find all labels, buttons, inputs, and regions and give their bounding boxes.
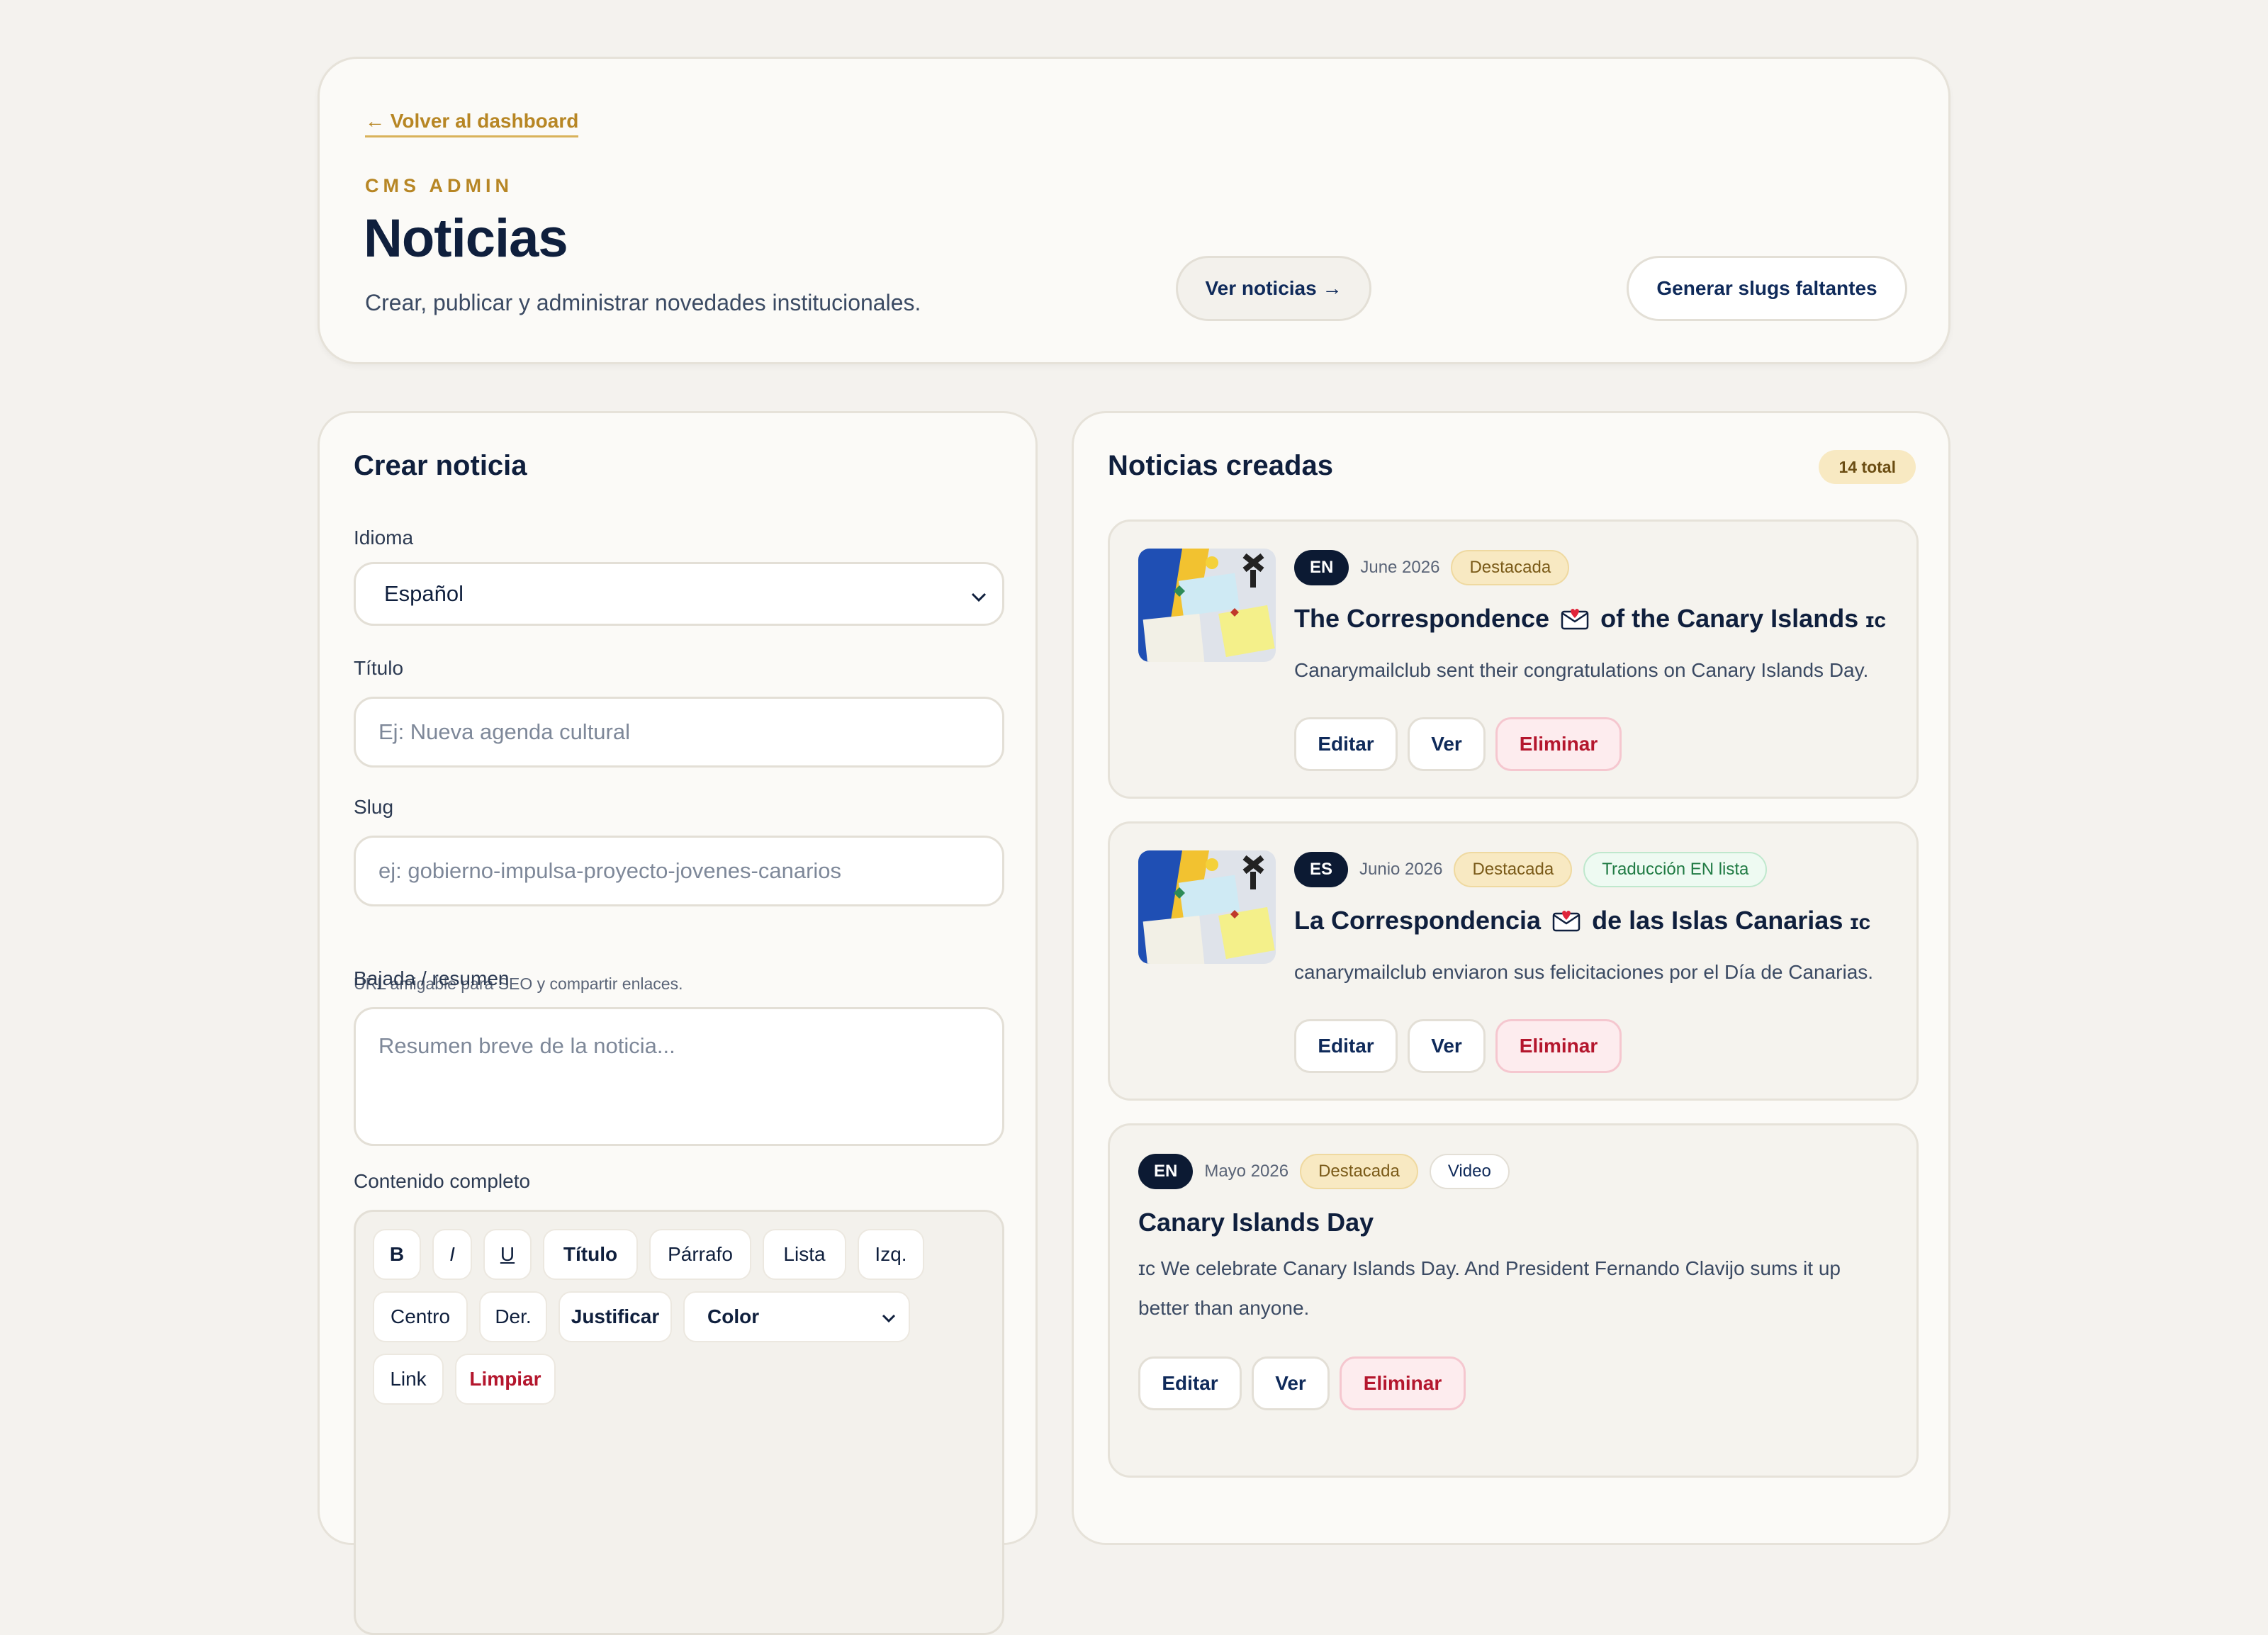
summary-line: We celebrate Canary Islands Day. And Pre… xyxy=(1160,1257,1841,1279)
news-title-suffix: ɪᴄ xyxy=(1865,609,1887,632)
featured-badge: Destacada xyxy=(1454,852,1573,887)
summary-line: better than anyone. xyxy=(1138,1297,1310,1319)
delete-button[interactable]: Eliminar xyxy=(1340,1356,1466,1410)
news-date: Mayo 2026 xyxy=(1204,1162,1289,1181)
news-date: June 2026 xyxy=(1360,558,1440,577)
news-list-panel: Noticias creadas 14 total EN June 2026 D… xyxy=(1072,411,1950,1545)
news-title-suffix: ɪᴄ xyxy=(1850,911,1871,934)
title-label: Título xyxy=(354,657,404,679)
page-subtitle: Crear, publicar y administrar novedades … xyxy=(365,290,921,315)
news-title[interactable]: La Correspondencia de las Islas Canarias… xyxy=(1294,906,1870,936)
link-button[interactable]: Link xyxy=(373,1354,444,1405)
delete-button[interactable]: Eliminar xyxy=(1495,717,1622,771)
translation-ready-badge: Traducción EN lista xyxy=(1583,852,1768,887)
news-summary: ɪᴄ We celebrate Canary Islands Day. And … xyxy=(1138,1249,1890,1328)
view-button[interactable]: Ver xyxy=(1408,1019,1486,1073)
news-title[interactable]: Canary Islands Day xyxy=(1138,1208,1374,1237)
content-label: Contenido completo xyxy=(354,1170,531,1192)
love-letter-icon xyxy=(1561,607,1589,630)
view-button[interactable]: Ver xyxy=(1252,1356,1330,1410)
color-select-label: Color xyxy=(707,1305,760,1327)
page-title: Noticias xyxy=(364,208,568,269)
language-select[interactable]: Español xyxy=(354,562,1004,626)
underline-button[interactable]: U xyxy=(483,1229,532,1280)
edit-button[interactable]: Editar xyxy=(1138,1356,1242,1410)
align-right-button[interactable]: Der. xyxy=(479,1291,547,1342)
slug-input[interactable]: ej: gobierno-impulsa-proyecto-jovenes-ca… xyxy=(354,836,1004,906)
rich-text-editor: B I U Título Párrafo Lista Izq. Centro D… xyxy=(354,1210,1004,1635)
slug-label: Slug xyxy=(354,796,394,818)
news-meta: EN June 2026 Destacada xyxy=(1294,550,1570,585)
language-label: Idioma xyxy=(354,527,414,549)
list-button[interactable]: Lista xyxy=(763,1229,846,1280)
color-select[interactable]: Color xyxy=(683,1291,910,1342)
featured-badge: Destacada xyxy=(1451,550,1570,585)
news-card: ES Junio 2026 Destacada Traducción EN li… xyxy=(1108,821,1919,1101)
edit-button[interactable]: Editar xyxy=(1294,1019,1398,1073)
summary-textarea[interactable]: Resumen breve de la noticia... xyxy=(354,1007,1004,1146)
cms-eyebrow: CMS ADMIN xyxy=(365,175,513,196)
news-card: EN Mayo 2026 Destacada Video Canary Isla… xyxy=(1108,1123,1919,1478)
generate-slugs-button[interactable]: Generar slugs faltantes xyxy=(1627,256,1907,321)
news-meta: ES Junio 2026 Destacada Traducción EN li… xyxy=(1294,852,1768,887)
create-news-title: Crear noticia xyxy=(354,450,527,481)
language-badge: EN xyxy=(1138,1154,1194,1189)
view-button[interactable]: Ver xyxy=(1408,717,1486,771)
news-meta: EN Mayo 2026 Destacada Video xyxy=(1138,1154,1510,1189)
news-title-part: of the Canary Islands xyxy=(1600,604,1859,633)
language-badge: ES xyxy=(1294,852,1349,887)
news-summary: Canarymailclub sent their congratulation… xyxy=(1294,659,1869,681)
clear-format-button[interactable]: Limpiar xyxy=(455,1354,556,1405)
news-date: Junio 2026 xyxy=(1359,860,1443,879)
align-left-button[interactable]: Izq. xyxy=(858,1229,924,1280)
justify-button[interactable]: Justificar xyxy=(558,1291,672,1342)
header-card: ← Volver al dashboard CMS ADMIN Noticias… xyxy=(318,57,1950,364)
news-list-title: Noticias creadas xyxy=(1108,450,1333,481)
align-center-button[interactable]: Centro xyxy=(373,1291,468,1342)
love-letter-icon xyxy=(1552,909,1581,932)
news-thumbnail[interactable] xyxy=(1138,549,1276,662)
news-title-part: de las Islas Canarias xyxy=(1592,906,1843,935)
italic-button[interactable]: I xyxy=(432,1229,472,1280)
summary-label: Bajada / resumen xyxy=(354,967,510,989)
back-to-dashboard-link[interactable]: ← Volver al dashboard xyxy=(365,110,579,137)
create-news-panel: Crear noticia Idioma Español Título Ej: … xyxy=(318,411,1038,1635)
video-badge: Video xyxy=(1429,1154,1510,1189)
paragraph-button[interactable]: Párrafo xyxy=(649,1229,751,1280)
delete-button[interactable]: Eliminar xyxy=(1495,1019,1622,1073)
news-title-part: The Correspondence xyxy=(1294,604,1550,633)
news-title[interactable]: The Correspondence of the Canary Islands… xyxy=(1294,604,1886,634)
language-badge: EN xyxy=(1294,550,1349,585)
chevron-down-icon xyxy=(971,585,987,607)
featured-badge: Destacada xyxy=(1300,1154,1418,1189)
language-value: Español xyxy=(384,581,464,606)
chevron-down-icon xyxy=(882,1308,896,1327)
total-count-badge: 14 total xyxy=(1819,450,1916,484)
summary-prefix: ɪᴄ xyxy=(1138,1257,1155,1279)
heading-button[interactable]: Título xyxy=(543,1229,638,1280)
news-card: EN June 2026 Destacada The Correspondenc… xyxy=(1108,519,1919,799)
bold-button[interactable]: B xyxy=(373,1229,421,1280)
edit-button[interactable]: Editar xyxy=(1294,717,1398,771)
news-title-part: La Correspondencia xyxy=(1294,906,1542,935)
news-summary: canarymailclub enviaron sus felicitacion… xyxy=(1294,961,1874,983)
title-input[interactable]: Ej: Nueva agenda cultural xyxy=(354,697,1004,768)
news-thumbnail[interactable] xyxy=(1138,850,1276,964)
view-news-button[interactable]: Ver noticias → xyxy=(1176,256,1371,321)
